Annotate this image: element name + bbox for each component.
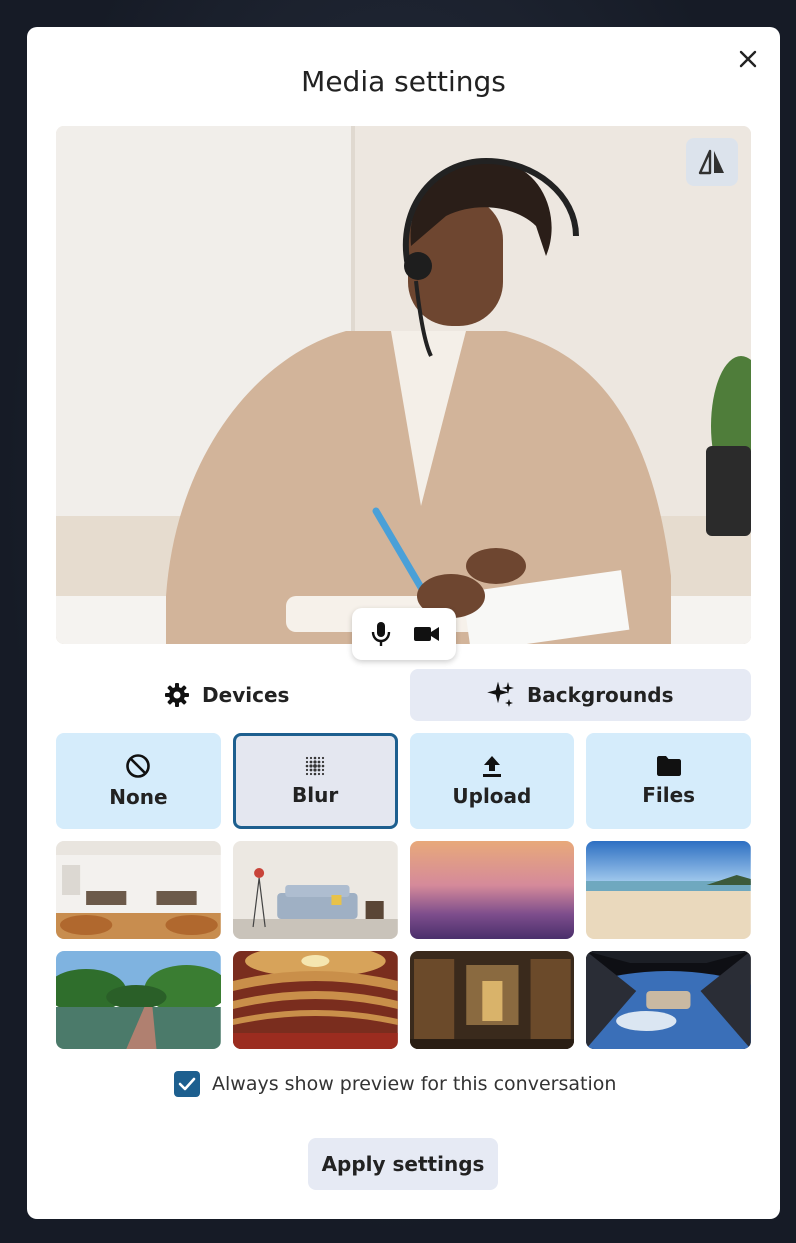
- camera-toggle-button[interactable]: [409, 616, 445, 652]
- media-settings-dialog: Media settings Devices Backgrounds None …: [27, 27, 780, 1219]
- background-none-label: None: [109, 785, 168, 809]
- thumbnail-beach[interactable]: [586, 841, 751, 939]
- thumbnail-living-room[interactable]: [232, 841, 398, 939]
- opera-theater-image: [232, 951, 398, 1049]
- tab-backgrounds[interactable]: Backgrounds: [409, 669, 751, 721]
- tab-devices[interactable]: Devices: [56, 669, 398, 721]
- tab-devices-label: Devices: [202, 683, 290, 707]
- thumbnail-library-hall[interactable]: [409, 951, 575, 1049]
- dialog-title: Media settings: [301, 65, 506, 98]
- thumbnail-office-room[interactable]: [56, 841, 221, 939]
- camera-preview: [56, 126, 751, 644]
- background-blur-button[interactable]: Blur: [232, 733, 398, 829]
- blur-icon: [305, 756, 325, 776]
- checkmark-icon: [178, 1077, 196, 1091]
- thumbnail-opera-theater[interactable]: [232, 951, 398, 1049]
- background-upload-button[interactable]: Upload: [409, 733, 575, 829]
- upload-icon: [482, 756, 501, 777]
- media-controls-bar: [352, 608, 456, 660]
- thumbnail-river-jungle[interactable]: [56, 951, 221, 1049]
- always-show-preview-checkbox[interactable]: [174, 1071, 200, 1097]
- library-hall-image: [409, 951, 575, 1049]
- mirror-button[interactable]: [686, 138, 738, 186]
- river-jungle-image: [56, 951, 221, 1049]
- gear-icon: [165, 683, 190, 707]
- living-room-image: [232, 841, 398, 939]
- camera-feed-image: [56, 126, 751, 644]
- sparkles-icon: [487, 681, 514, 707]
- always-show-preview-label: Always show preview for this conversatio…: [212, 1073, 617, 1095]
- video-camera-icon: [414, 627, 439, 641]
- mirror-icon: [698, 149, 724, 175]
- folder-icon: [656, 756, 681, 776]
- tab-backgrounds-label: Backgrounds: [526, 683, 674, 707]
- beach-image: [586, 841, 751, 939]
- block-icon: [126, 754, 151, 778]
- background-effect-options: None Blur Upload Files: [56, 733, 751, 829]
- microphone-icon: [371, 622, 391, 646]
- sunset-gradient-image: [409, 841, 575, 939]
- settings-tabs: Devices Backgrounds: [56, 669, 751, 721]
- office-room-image: [56, 841, 221, 939]
- thumbnail-space-station[interactable]: [586, 951, 751, 1049]
- always-show-preview-option[interactable]: Always show preview for this conversatio…: [174, 1071, 616, 1097]
- background-blur-label: Blur: [292, 783, 339, 807]
- space-station-image: [586, 951, 751, 1049]
- background-files-button[interactable]: Files: [586, 733, 751, 829]
- thumbnail-sunset-gradient[interactable]: [409, 841, 575, 939]
- apply-settings-button[interactable]: Apply settings: [308, 1138, 498, 1190]
- background-thumbnails: [56, 841, 751, 1049]
- background-files-label: Files: [642, 783, 696, 807]
- background-none-button[interactable]: None: [56, 733, 221, 829]
- background-upload-label: Upload: [452, 784, 532, 808]
- microphone-toggle-button[interactable]: [363, 616, 399, 652]
